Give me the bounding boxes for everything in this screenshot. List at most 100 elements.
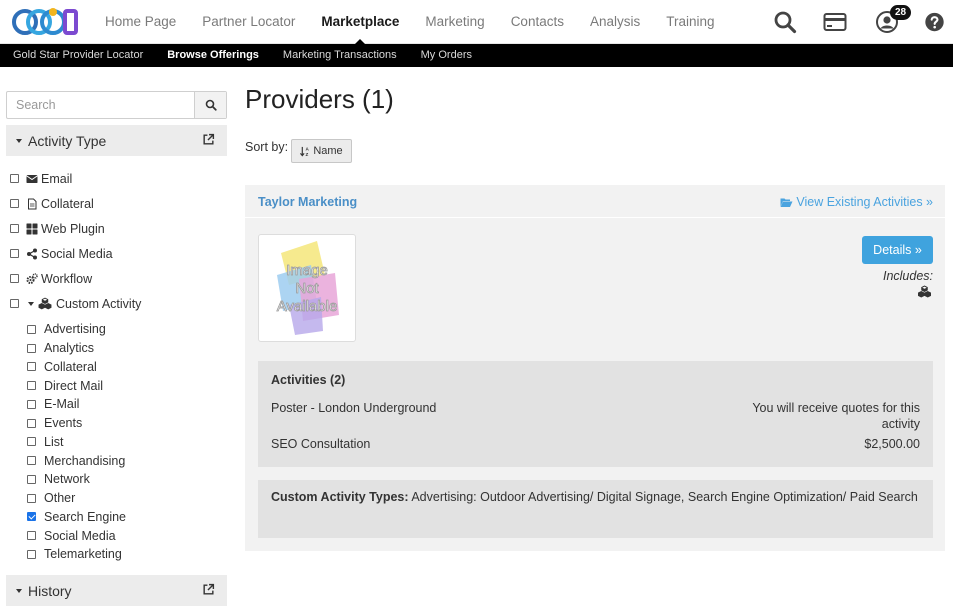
filter-custom-activity: Custom Activity	[10, 291, 230, 316]
nav-item-training[interactable]: Training	[653, 0, 727, 44]
custom-activity-checkbox[interactable]	[27, 531, 36, 541]
activity-price-line: $2,500.00	[864, 437, 920, 451]
custom-activity-checkbox[interactable]	[10, 299, 19, 308]
custom-types-label: Custom Activity Types:	[271, 490, 409, 504]
external-link-icon[interactable]	[202, 583, 215, 596]
logo[interactable]	[12, 6, 78, 38]
credit-card-icon[interactable]	[823, 10, 847, 34]
filter-label: Collateral	[41, 196, 94, 211]
nav-item-label: Training	[666, 14, 715, 29]
custom-activity-label: Merchandising	[44, 453, 126, 468]
subnav-item-browse-offerings[interactable]: Browse Offerings	[155, 44, 271, 67]
custom-activity-item: Other	[27, 489, 227, 508]
nav-item-label: Contacts	[510, 14, 564, 29]
svg-text:Z: Z	[306, 152, 309, 157]
custom-activity-item: Analytics	[27, 339, 227, 358]
provider-card-header: Taylor Marketing View Existing Activitie…	[245, 185, 945, 218]
cubes-icon	[918, 285, 931, 298]
notification-badge[interactable]: 28	[890, 5, 912, 20]
custom-activity-item: Merchandising	[27, 451, 227, 470]
search-icon[interactable]	[773, 10, 797, 34]
custom-activity-checkbox[interactable]	[27, 418, 36, 428]
search-icon	[205, 99, 217, 111]
custom-activity-label: Collateral	[44, 359, 97, 374]
custom-activity-item: List	[27, 433, 227, 452]
custom-activity-checkbox[interactable]	[27, 381, 36, 391]
custom-activity-checkbox[interactable]	[27, 474, 36, 484]
custom-activity-label: Search Engine	[44, 509, 127, 524]
cubes-icon	[38, 297, 52, 310]
filter-social-media: Social Media	[10, 241, 230, 266]
search-input[interactable]	[7, 92, 194, 118]
collateral-checkbox[interactable]	[10, 199, 19, 208]
activity-name: Poster - London Underground	[271, 401, 437, 415]
custom-activity-checkbox[interactable]	[27, 437, 36, 447]
page-title: Providers (1)	[245, 84, 394, 114]
sub-navigation: Gold Star Provider Locator Browse Offerin…	[0, 44, 953, 67]
nav-item-partner-locator[interactable]: Partner Locator	[189, 0, 308, 44]
caret-down-icon	[16, 138, 22, 143]
nav-item-contacts[interactable]: Contacts	[498, 0, 577, 44]
details-button[interactable]: Details »	[862, 236, 933, 264]
activity-type-panel-header[interactable]: Activity Type	[6, 125, 227, 156]
custom-activity-checkbox[interactable]	[27, 399, 36, 409]
provider-name-link[interactable]: Taylor Marketing	[258, 195, 357, 209]
svg-text:Available: Available	[277, 298, 338, 315]
subnav-item-gold-star-provider-locator[interactable]: Gold Star Provider Locator	[1, 44, 155, 67]
sort-by-name-button[interactable]: A Z Name	[291, 139, 352, 163]
nav-item-label: Analysis	[589, 14, 641, 29]
nav-item-home-page[interactable]: Home Page	[92, 0, 189, 44]
external-link-icon[interactable]	[202, 133, 215, 146]
activities-panel: Activities (2) Poster - London Undergrou…	[258, 361, 933, 467]
custom-activity-item: Social Media	[27, 526, 227, 545]
custom-activity-item: Search Engine	[27, 508, 227, 527]
custom-activity-checkbox[interactable]	[27, 343, 36, 353]
activity-price-line: activity	[881, 417, 920, 431]
nav-item-marketing[interactable]: Marketing	[412, 0, 497, 44]
custom-activity-label: Social Media	[44, 528, 116, 543]
social-media-checkbox[interactable]	[10, 249, 19, 258]
custom-activity-checkbox[interactable]	[27, 456, 36, 466]
search-button[interactable]	[194, 92, 226, 118]
custom-activity-label: Network	[44, 472, 90, 487]
folder-open-icon	[780, 198, 793, 207]
workflow-checkbox[interactable]	[10, 274, 19, 283]
custom-activity-item: Network	[27, 470, 227, 489]
custom-activity-checkbox[interactable]	[27, 362, 36, 372]
custom-activity-label: E-Mail	[44, 397, 80, 412]
activity-price-line: You will receive quotes for this	[752, 401, 920, 415]
custom-activity-checkbox[interactable]	[27, 512, 36, 522]
activities-title: Activities (2)	[271, 373, 346, 387]
custom-activity-checkbox[interactable]	[27, 493, 36, 503]
email-checkbox[interactable]	[10, 174, 19, 183]
activity-type-list: Email Collateral Web Plugin Social Media	[10, 166, 230, 316]
nav-item-analysis[interactable]: Analysis	[577, 0, 653, 44]
filter-label: Workflow	[41, 271, 93, 286]
web-plugin-checkbox[interactable]	[10, 224, 19, 233]
sidebar-search	[6, 91, 227, 119]
custom-activity-checkbox[interactable]	[27, 549, 36, 559]
document-icon	[28, 198, 37, 209]
includes-label: Includes:	[882, 269, 933, 283]
custom-activity-list: Advertising Analytics Collateral Direct Mai…	[27, 320, 227, 564]
view-existing-activities-link[interactable]: View Existing Activities »	[780, 195, 933, 209]
custom-activity-item: Events	[27, 414, 227, 433]
subnav-item-my-orders[interactable]: My Orders	[409, 44, 484, 67]
provider-card: Taylor Marketing View Existing Activitie…	[245, 185, 945, 551]
main-menu: Home Page Partner Locator Marketplace Marke…	[92, 0, 728, 45]
custom-activity-label: Telemarketing	[44, 547, 122, 562]
help-icon[interactable]	[924, 10, 945, 34]
caret-down-icon[interactable]	[28, 301, 34, 306]
svg-text:Image: Image	[286, 262, 328, 279]
filter-web-plugin: Web Plugin	[10, 216, 230, 241]
grid-icon	[26, 223, 38, 234]
envelope-icon	[26, 174, 38, 183]
custom-activity-checkbox[interactable]	[27, 324, 36, 334]
nav-item-marketplace[interactable]: Marketplace	[308, 0, 412, 45]
history-panel-header[interactable]: History	[6, 575, 227, 606]
filter-collateral: Collateral	[10, 191, 230, 216]
subnav-item-marketing-transactions[interactable]: Marketing Transactions	[271, 44, 409, 67]
history-title: History	[28, 582, 72, 599]
filter-label: Custom Activity	[56, 296, 142, 311]
nav-item-label: Partner Locator	[202, 14, 296, 29]
